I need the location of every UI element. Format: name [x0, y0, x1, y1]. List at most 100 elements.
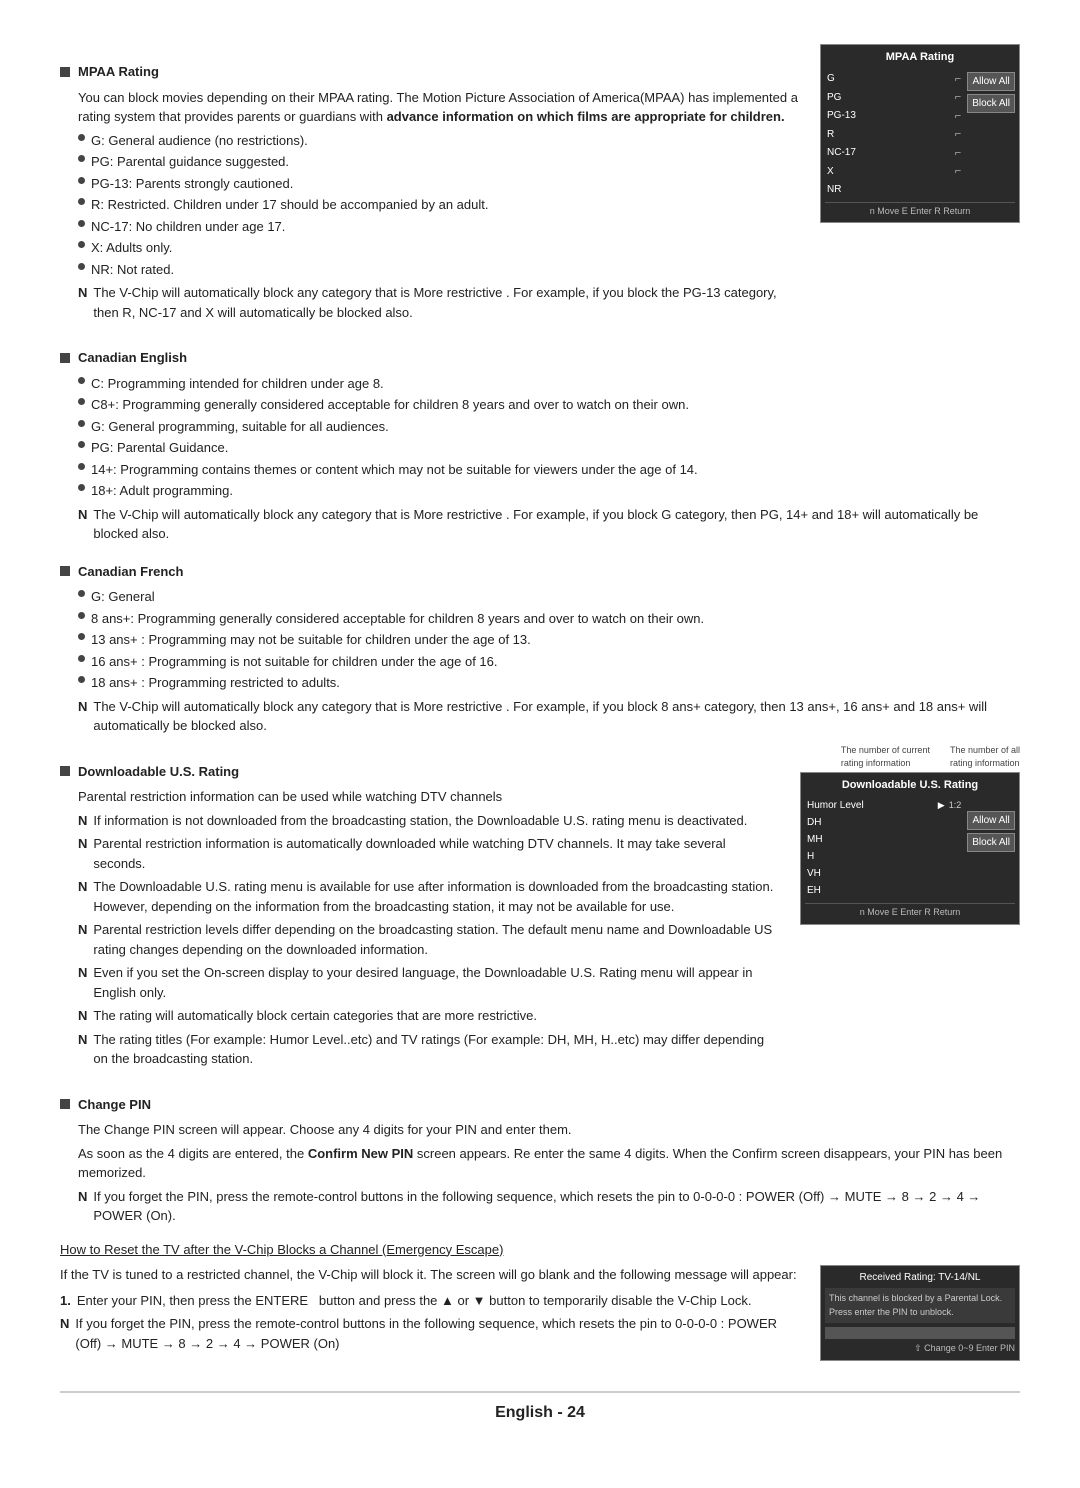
- bullet-dot: [78, 655, 85, 662]
- mpaa-row-r: R⌐: [825, 125, 963, 144]
- canadian-french-header: Canadian French: [60, 562, 1020, 582]
- dus-row-vh: VH: [805, 865, 963, 882]
- mpaa-box-title: MPAA Rating: [825, 49, 1015, 66]
- bullet-dot: [78, 590, 85, 597]
- how-to-reset-heading: How to Reset the TV after the V-Chip Blo…: [60, 1240, 1020, 1260]
- how-to-reset-text: If the TV is tuned to a restricted chann…: [60, 1265, 800, 1357]
- bullet-dot: [78, 484, 85, 491]
- canadian-english-bullet-list: C: Programming intended for children und…: [78, 374, 1020, 501]
- page-number: English - 24: [495, 1404, 585, 1421]
- list-item: NR: Not rated.: [78, 260, 800, 280]
- bullet-dot: [78, 398, 85, 405]
- list-item: R: Restricted. Children under 17 should …: [78, 195, 800, 215]
- bullet-dot: [78, 155, 85, 162]
- downloadable-body: Parental restriction information can be …: [78, 787, 780, 1069]
- mpaa-title: MPAA Rating: [78, 62, 159, 82]
- dus-nav: n Move E Enter R Return: [805, 903, 1015, 920]
- ee-box-body: This channel is blocked by a Parental Lo…: [825, 1288, 1015, 1323]
- dus-label-all: The number of allrating information: [950, 744, 1020, 771]
- change-pin-header: Change PIN: [60, 1095, 1020, 1115]
- list-item: 13 ans+ : Programming may not be suitabl…: [78, 630, 1020, 650]
- change-pin-title: Change PIN: [78, 1095, 151, 1115]
- dus-row-eh: EH: [805, 882, 963, 899]
- mpaa-header: MPAA Rating: [60, 62, 800, 82]
- list-item: X: Adults only.: [78, 238, 800, 258]
- section-icon: [60, 566, 70, 576]
- dus-outer: The number of currentrating information …: [800, 744, 1020, 925]
- mpaa-rating-box: MPAA Rating G⌐ PG⌐ PG-13⌐ R⌐ NC-17⌐ X⌐ N…: [820, 44, 1020, 223]
- mpaa-text: MPAA Rating You can block movies dependi…: [60, 44, 800, 330]
- mpaa-block-all-button[interactable]: Block All: [967, 94, 1015, 113]
- change-pin-confirm: As soon as the 4 digits are entered, the…: [78, 1144, 1020, 1183]
- section-icon: [60, 766, 70, 776]
- bullet-dot: [78, 633, 85, 640]
- canadian-english-note: N The V-Chip will automatically block an…: [78, 505, 1020, 544]
- list-item: C8+: Programming generally considered ac…: [78, 395, 1020, 415]
- dus-block-all-button[interactable]: Block All: [967, 833, 1015, 852]
- mpaa-section: MPAA Rating You can block movies dependi…: [60, 44, 1020, 330]
- bullet-dot: [78, 134, 85, 141]
- bullet-dot: [78, 420, 85, 427]
- mpaa-row-nc17: NC-17⌐: [825, 144, 963, 163]
- list-item: 18 ans+ : Programming restricted to adul…: [78, 673, 1020, 693]
- list-item: G: General audience (no restrictions).: [78, 131, 800, 151]
- list-item: NC-17: No children under age 17.: [78, 217, 800, 237]
- bullet-dot: [78, 263, 85, 270]
- dus-row-mh: MH: [805, 831, 963, 848]
- mpaa-row-pg: PG⌐: [825, 88, 963, 107]
- dus-allow-all-button[interactable]: Allow All: [967, 811, 1015, 830]
- downloadable-text: Downloadable U.S. Rating Parental restri…: [60, 744, 780, 1077]
- ee-nav: ⇧ Change 0~9 Enter PIN: [825, 1342, 1015, 1356]
- lock-icon: ⌐: [955, 163, 961, 180]
- canadian-english-title: Canadian English: [78, 348, 187, 368]
- mpaa-note: N The V-Chip will automatically block an…: [78, 283, 800, 322]
- list-item: 8 ans+: Programming generally considered…: [78, 609, 1020, 629]
- mpaa-bullet-list: G: General audience (no restrictions). P…: [78, 131, 800, 280]
- canadian-french-note: N The V-Chip will automatically block an…: [78, 697, 1020, 736]
- how-to-reset-content: If the TV is tuned to a restricted chann…: [60, 1265, 1020, 1361]
- lock-icon: ⌐: [955, 145, 961, 162]
- mpaa-intro: You can block movies depending on their …: [78, 88, 800, 127]
- lock-icon: ⌐: [955, 71, 961, 88]
- downloadable-rating-box: Downloadable U.S. Rating Humor Level ▶ 1…: [800, 772, 1020, 925]
- ee-pin-bar: [825, 1327, 1015, 1339]
- dus-row-dh: DH: [805, 814, 963, 831]
- bullet-dot: [78, 377, 85, 384]
- page-footer: English - 24: [60, 1391, 1020, 1425]
- canadian-english-header: Canadian English: [60, 348, 1020, 368]
- how-to-reset-intro: If the TV is tuned to a restricted chann…: [60, 1265, 800, 1285]
- change-pin-intro: The Change PIN screen will appear. Choos…: [78, 1120, 1020, 1140]
- mpaa-allow-all-button[interactable]: Allow All: [967, 72, 1015, 91]
- bullet-dot: [78, 177, 85, 184]
- downloadable-box-container: The number of currentrating information …: [800, 744, 1020, 925]
- mpaa-row-pg13: PG-13⌐: [825, 107, 963, 126]
- how-to-reset-step1: 1. Enter your PIN, then press the ENTERE…: [60, 1291, 800, 1311]
- list-item: PG: Parental Guidance.: [78, 438, 1020, 458]
- bullet-dot: [78, 241, 85, 248]
- lock-icon: ⌐: [955, 108, 961, 125]
- list-item: G: General programming, suitable for all…: [78, 417, 1020, 437]
- canadian-french-body: G: General 8 ans+: Programming generally…: [78, 587, 1020, 736]
- canadian-french-title: Canadian French: [78, 562, 183, 582]
- emergency-escape-box-container: Received Rating: TV-14/NL This channel i…: [820, 1265, 1020, 1361]
- dus-column-labels: The number of currentrating information …: [800, 744, 1020, 771]
- downloadable-note-5: N Even if you set the On-screen display …: [78, 963, 780, 1002]
- section-icon: [60, 1099, 70, 1109]
- bullet-dot: [78, 220, 85, 227]
- list-item: PG-13: Parents strongly cautioned.: [78, 174, 800, 194]
- dus-label-current: The number of currentrating information: [841, 744, 930, 771]
- downloadable-note-6: N The rating will automatically block ce…: [78, 1006, 780, 1026]
- canadian-english-section: Canadian English C: Programming intended…: [60, 348, 1020, 544]
- dus-row-h: H: [805, 848, 963, 865]
- downloadable-note-4: N Parental restriction levels differ dep…: [78, 920, 780, 959]
- section-icon: [60, 353, 70, 363]
- list-item: C: Programming intended for children und…: [78, 374, 1020, 394]
- downloadable-note-2: N Parental restriction information is au…: [78, 834, 780, 873]
- lock-icon: ⌐: [955, 126, 961, 143]
- downloadable-header: Downloadable U.S. Rating: [60, 762, 780, 782]
- lock-icon: ⌐: [955, 89, 961, 106]
- section-icon: [60, 67, 70, 77]
- ee-box-title: Received Rating: TV-14/NL: [825, 1270, 1015, 1285]
- canadian-french-section: Canadian French G: General 8 ans+: Progr…: [60, 562, 1020, 736]
- bullet-dot: [78, 676, 85, 683]
